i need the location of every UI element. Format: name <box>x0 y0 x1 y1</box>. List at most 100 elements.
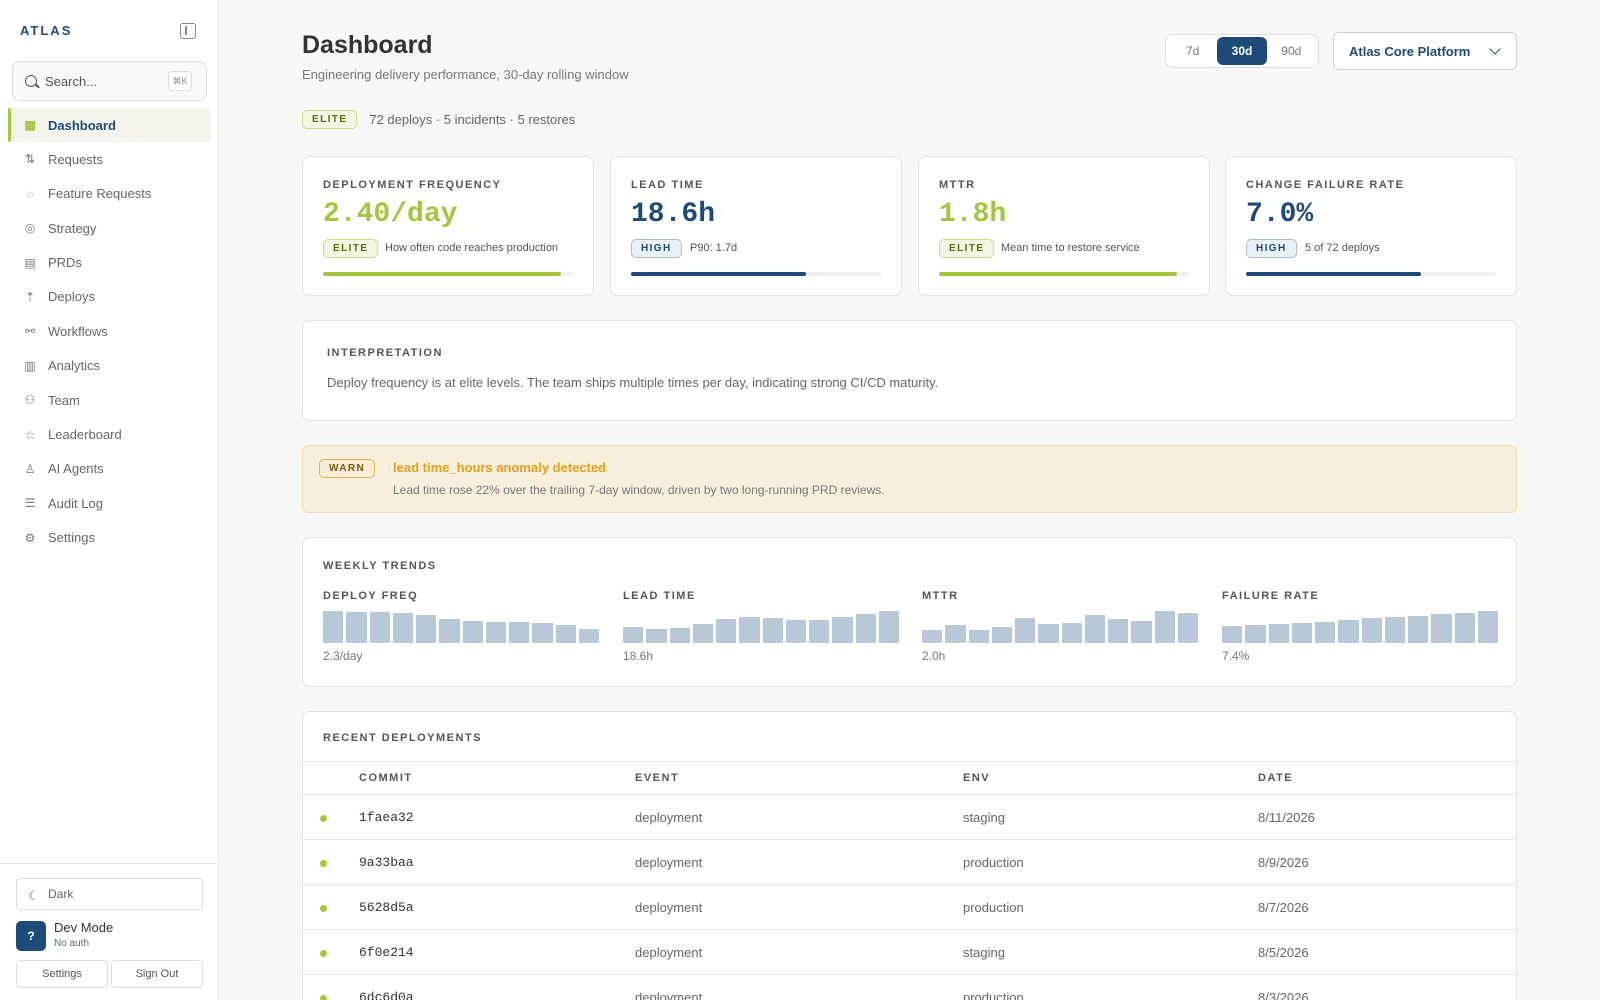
page-title: Dashboard <box>302 31 433 59</box>
sidebar-item-requests[interactable]: ⇅ Requests <box>8 142 211 176</box>
commit-hash: 6f0e214 <box>359 929 635 975</box>
kpi-card-mttr: MTTR 1.8h ELITE Mean time to restore ser… <box>918 156 1210 296</box>
project-select-value: Atlas Core Platform <box>1349 44 1471 59</box>
sparkline-bar <box>1245 625 1266 643</box>
sparkline-bar <box>1361 618 1382 643</box>
sparkline-bar <box>1338 620 1359 643</box>
sparkline-bar <box>968 630 989 643</box>
column-header-date[interactable]: DATE <box>1258 761 1516 795</box>
collapse-sidebar-icon[interactable] <box>180 23 196 39</box>
trend-value: 2.3/day <box>323 649 363 663</box>
sidebar-item-label: Team <box>48 392 80 408</box>
kpi-progress-bar <box>1246 272 1496 276</box>
sidebar-item-settings[interactable]: ⚙ Settings <box>8 521 211 555</box>
sparkline-bar <box>669 628 690 643</box>
sidebar-item-team[interactable]: ⚇ Team <box>8 383 211 417</box>
column-header-env[interactable]: ENV <box>963 761 1258 795</box>
sparkline <box>1222 609 1498 643</box>
sparkline-bar <box>1291 623 1312 643</box>
table-row[interactable]: 6f0e214 deployment staging 8/5/2026 <box>303 929 1516 975</box>
sidebar-item-strategy[interactable]: ◎ Strategy <box>8 211 211 245</box>
period-30d-button[interactable]: 30d <box>1217 37 1267 65</box>
sparkline-bar <box>945 625 966 643</box>
kpi-label: LEAD TIME <box>631 179 704 191</box>
sidebar-item-label: Leaderboard <box>48 427 122 443</box>
sidebar-item-deploys[interactable]: ⇡ Deploys <box>8 280 211 314</box>
sparkline-bar <box>323 611 344 643</box>
upload-icon: ⇡ <box>24 289 36 304</box>
event-cell: deployment <box>635 839 963 885</box>
sidebar-item-label: PRDs <box>48 255 82 271</box>
sidebar-item-workflows[interactable]: ⚯ Workflows <box>8 314 211 348</box>
sidebar-item-feature-requests[interactable]: ◌ Feature Requests <box>8 177 211 211</box>
sidebar-item-dashboard[interactable]: ▦ Dashboard <box>8 108 211 142</box>
trend-deploy-freq: DEPLOY FREQ 2.3/day <box>323 590 599 663</box>
summary-row: ELITE 72 deploys · 5 incidents · 5 resto… <box>302 110 575 129</box>
sidebar-item-audit-log[interactable]: ☰ Audit Log <box>8 486 211 520</box>
sidebar-item-analytics[interactable]: ▥ Analytics <box>8 349 211 383</box>
kpi-progress-bar <box>631 272 881 276</box>
sidebar-item-label: Feature Requests <box>48 186 152 202</box>
kpi-progress-fill <box>1246 272 1421 276</box>
kpi-value: 1.8h <box>939 199 1007 230</box>
column-header-event[interactable]: EVENT <box>635 761 963 795</box>
sign-out-button[interactable]: Sign Out <box>111 960 203 988</box>
sparkline-bar <box>462 621 483 643</box>
kpi-progress-bar <box>939 272 1189 276</box>
sparkline-bar <box>1454 613 1475 643</box>
kpi-value: 18.6h <box>631 199 716 230</box>
commit-hash: 5628d5a <box>359 884 635 930</box>
sparkline <box>623 609 899 643</box>
trend-failure-rate: FAILURE RATE 7.4% <box>1222 590 1498 663</box>
sidebar-item-label: Deploys <box>48 289 95 305</box>
kpi-note: Mean time to restore service <box>1001 242 1140 254</box>
status-cell <box>303 839 359 885</box>
env-cell: production <box>963 839 1258 885</box>
sparkline-bar <box>509 622 530 643</box>
table-row[interactable]: 1faea32 deployment staging 8/11/2026 <box>303 794 1516 840</box>
table-row[interactable]: 5628d5a deployment production 8/7/2026 <box>303 884 1516 930</box>
trend-label: MTTR <box>922 590 959 602</box>
date-cell: 8/3/2026 <box>1258 974 1516 1000</box>
sparkline-bar <box>1038 624 1059 643</box>
trend-mttr: MTTR 2.0h <box>922 590 1198 663</box>
sidebar-item-label: AI Agents <box>48 461 104 477</box>
kpi-card-change-failure-rate: CHANGE FAILURE RATE 7.0% HIGH 5 of 72 de… <box>1225 156 1517 296</box>
sparkline-bar <box>346 612 367 643</box>
period-selector: 7d 30d 90d <box>1165 34 1319 68</box>
sidebar-item-label: Dashboard <box>48 117 116 133</box>
status-dot <box>320 949 327 957</box>
summary-text: 72 deploys · 5 incidents · 5 restores <box>369 112 576 127</box>
kpi-value: 7.0% <box>1246 199 1314 230</box>
sidebar-item-ai-agents[interactable]: ♙ AI Agents <box>8 452 211 486</box>
sparkline-bar <box>809 620 830 643</box>
env-cell: production <box>963 974 1258 1000</box>
env-cell: staging <box>963 794 1258 840</box>
alert-description: Lead time rose 22% over the trailing 7-d… <box>393 483 885 497</box>
page-subtitle: Engineering delivery performance, 30-day… <box>302 67 629 82</box>
sidebar-item-leaderboard[interactable]: ☆ Leaderboard <box>8 418 211 452</box>
column-header-commit[interactable]: COMMIT <box>359 761 635 795</box>
sparkline-bar <box>369 612 390 643</box>
table-row[interactable]: 9a33baa deployment production 8/9/2026 <box>303 839 1516 885</box>
env-cell: production <box>963 884 1258 930</box>
sparkline-bar <box>991 627 1012 643</box>
settings-button[interactable]: Settings <box>16 960 108 988</box>
sparkline-bar <box>855 614 876 643</box>
sparkline-bar <box>1177 613 1198 643</box>
status-cell <box>303 794 359 840</box>
agent-icon: ♙ <box>24 461 36 476</box>
period-90d-button[interactable]: 90d <box>1267 37 1316 65</box>
status-cell <box>303 929 359 975</box>
project-select[interactable]: Atlas Core Platform <box>1333 32 1517 70</box>
period-7d-button[interactable]: 7d <box>1168 37 1217 65</box>
sparkline-bar <box>416 615 437 643</box>
document-icon: ▤ <box>24 255 36 270</box>
warn-badge: WARN <box>319 459 376 478</box>
search-input[interactable] <box>45 70 165 92</box>
theme-toggle[interactable]: ☾ Dark <box>16 878 203 910</box>
gear-icon: ⚙ <box>24 530 36 545</box>
table-row[interactable]: 6dc6d0a deployment production 8/3/2026 <box>303 974 1516 1000</box>
sidebar-item-prds[interactable]: ▤ PRDs <box>8 246 211 280</box>
search-box[interactable]: ⌘K <box>12 61 207 101</box>
